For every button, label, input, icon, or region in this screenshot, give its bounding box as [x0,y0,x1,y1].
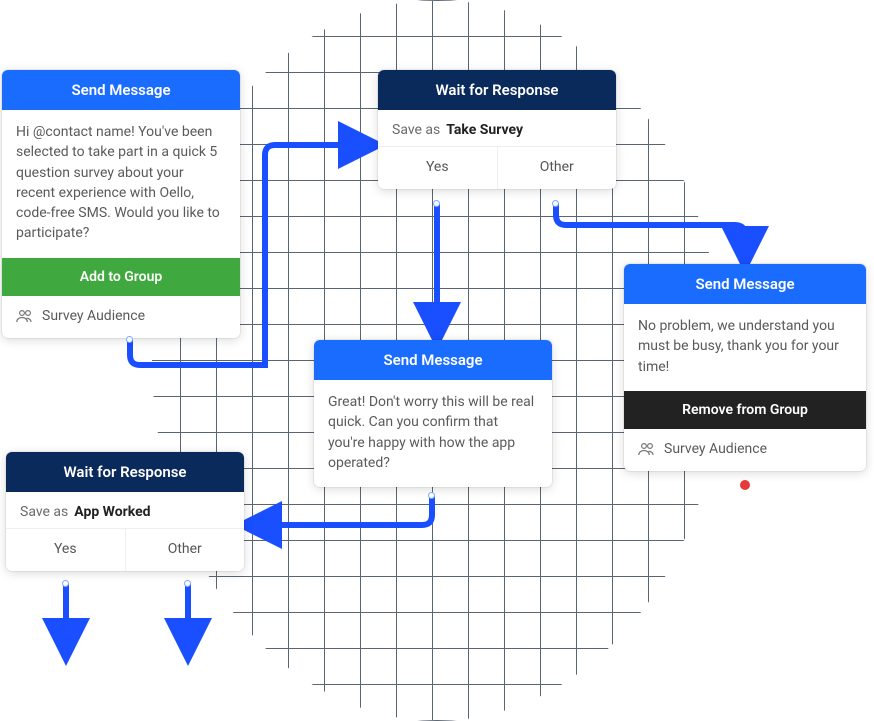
node-send-message-3[interactable]: Send Message No problem, we understand y… [624,264,866,471]
port-dot [428,492,435,499]
port-dot [126,336,133,343]
save-as-row: Save as App Worked [6,492,244,528]
node-wait-response-1[interactable]: Wait for Response Save as Take Survey Ye… [378,70,616,189]
port-dot [433,200,440,207]
save-as-value: App Worked [74,504,150,520]
node-body: Great! Don't worry this will be real qui… [314,380,552,487]
node-header: Send Message [624,264,866,304]
save-as-value: Take Survey [446,122,523,138]
port-dot [184,580,191,587]
node-body: No problem, we understand you must be bu… [624,304,866,391]
option-yes[interactable]: Yes [378,147,497,189]
port-dot [62,580,69,587]
port-red [740,480,750,490]
node-send-message-2[interactable]: Send Message Great! Don't worry this wil… [314,340,552,487]
group-row: Survey Audience [2,296,240,338]
save-as-row: Save as Take Survey [378,110,616,146]
group-name: Survey Audience [42,308,145,324]
group-row: Survey Audience [624,429,866,471]
node-body: Hi @contact name! You've been selected t… [2,110,240,258]
node-header: Wait for Response [378,70,616,110]
add-to-group-bar[interactable]: Add to Group [2,258,240,296]
group-name: Survey Audience [664,441,767,457]
port-dot [552,200,559,207]
people-icon [638,442,656,456]
option-yes[interactable]: Yes [6,529,125,571]
node-header: Send Message [314,340,552,380]
node-send-message-1[interactable]: Send Message Hi @contact name! You've be… [2,70,240,338]
option-other[interactable]: Other [125,529,245,571]
remove-from-group-bar[interactable]: Remove from Group [624,391,866,429]
option-other[interactable]: Other [497,147,617,189]
node-wait-response-2[interactable]: Wait for Response Save as App Worked Yes… [6,452,244,571]
save-as-label: Save as [392,122,440,138]
people-icon [16,309,34,323]
node-header: Wait for Response [6,452,244,492]
node-header: Send Message [2,70,240,110]
save-as-label: Save as [20,504,68,520]
